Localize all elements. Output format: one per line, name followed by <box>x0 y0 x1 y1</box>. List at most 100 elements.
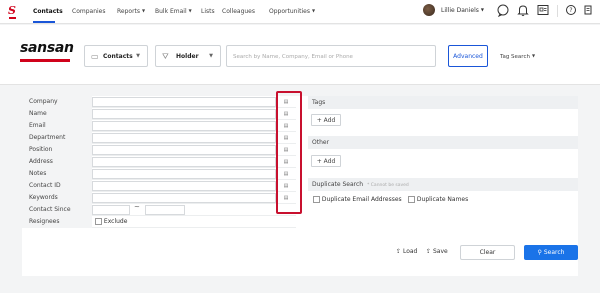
avatar[interactable] <box>423 4 435 16</box>
date-range-separator: ~ <box>134 203 140 211</box>
checkbox[interactable] <box>95 218 102 225</box>
chevron-down-icon: ▼ <box>136 53 140 59</box>
duplicate-names-label: Duplicate Names <box>416 196 469 203</box>
field-label: Email <box>22 120 92 132</box>
chevron-down-icon: ▼ <box>142 8 146 13</box>
tags-section-header: Tags <box>308 96 578 109</box>
duplicate-email-label: Duplicate Email Addresses <box>321 196 402 203</box>
nav-item-reports[interactable]: Reports ▼ <box>117 8 145 15</box>
nav-item-bulk-email-label: Bulk Email <box>155 8 187 15</box>
chevron-down-icon: ▼ <box>188 8 192 13</box>
field-label: Address <box>22 156 92 168</box>
search-button[interactable]: ⚲ Search <box>524 245 578 260</box>
nav-item-contacts[interactable]: Contacts <box>33 8 63 15</box>
nav-active-indicator <box>33 21 55 23</box>
field-label: Company <box>22 96 92 108</box>
nav-item-companies[interactable]: Companies <box>72 8 105 15</box>
chevron-down-icon: ▼ <box>311 8 316 13</box>
field-label: Contact Since <box>22 204 92 216</box>
duplicate-search-label: Duplicate Search <box>312 181 364 188</box>
search-icon: ⚲ <box>537 249 542 256</box>
user-menu[interactable]: Lillie Daniels ▼ <box>441 7 484 14</box>
save-button[interactable]: ⇪ Save <box>426 248 448 255</box>
field-row-email: Email ▤ <box>22 120 296 132</box>
contact-id-field[interactable] <box>92 181 276 191</box>
field-row-contact-id: Contact ID ▤ <box>22 180 296 192</box>
field-row-keywords: Keywords ▤ <box>22 192 296 204</box>
tag-search-label: Tag Search <box>500 54 530 60</box>
email-field[interactable] <box>92 121 276 131</box>
field-label: Resignees <box>22 216 92 228</box>
field-label: Name <box>22 108 92 120</box>
highlight-annotation <box>276 91 302 214</box>
checkbox[interactable] <box>408 196 415 203</box>
settings-icon[interactable] <box>581 3 595 17</box>
field-row-resignees: Resignees Exclude <box>22 216 296 228</box>
search-input-box[interactable] <box>226 45 436 67</box>
bell-icon[interactable] <box>516 3 530 17</box>
keywords-field[interactable] <box>92 193 276 203</box>
duplicate-search-note: * Cannot be saved <box>367 183 409 188</box>
field-label: Keywords <box>22 192 92 204</box>
duplicate-email-checkbox[interactable]: Duplicate Email Addresses <box>313 196 402 203</box>
holder-filter-select[interactable]: ⛛ Holder ▼ <box>155 45 221 67</box>
notes-field[interactable] <box>92 169 276 179</box>
save-label: Save <box>432 248 448 255</box>
id-card-icon[interactable] <box>536 3 550 17</box>
field-row-position: Position ▤ <box>22 144 296 156</box>
brand-underline <box>20 59 70 62</box>
duplicate-names-checkbox[interactable]: Duplicate Names <box>408 196 468 203</box>
load-icon: ⇪ <box>396 248 402 255</box>
top-navigation-bar: S Contacts Companies Reports ▼ Bulk Email… <box>0 0 600 24</box>
field-row-contact-since: Contact Since ~ <box>22 203 296 216</box>
logo-underline <box>9 17 16 19</box>
search-button-label: Search <box>543 249 565 256</box>
user-name: Lillie Daniels <box>441 7 479 14</box>
contact-since-from-field[interactable] <box>92 205 130 215</box>
field-label: Department <box>22 132 92 144</box>
nav-item-bulk-email[interactable]: Bulk Email ▼ <box>155 8 192 15</box>
duplicate-search-header: Duplicate Search * Cannot be saved <box>308 178 578 191</box>
nav-divider <box>557 5 558 17</box>
advanced-search-button[interactable]: Advanced <box>448 45 488 67</box>
add-other-button[interactable]: + Add <box>311 155 341 167</box>
chat-icon[interactable] <box>496 3 510 17</box>
checkbox[interactable] <box>313 196 320 203</box>
field-row-name: Name ▤ <box>22 108 296 120</box>
field-label: Position <box>22 144 92 156</box>
company-field[interactable] <box>92 97 276 107</box>
chevron-down-icon: ▼ <box>209 53 213 59</box>
position-field[interactable] <box>92 145 276 155</box>
add-tag-button[interactable]: + Add <box>311 114 341 126</box>
load-button[interactable]: ⇪ Load <box>396 248 417 255</box>
field-label: Notes <box>22 168 92 180</box>
nav-item-opportunities-label: Opportunities <box>269 8 310 15</box>
nav-item-lists[interactable]: Lists <box>201 8 215 15</box>
other-section-header: Other <box>308 136 578 149</box>
help-icon[interactable]: ? <box>564 3 578 17</box>
address-field[interactable] <box>92 157 276 167</box>
clear-button[interactable]: Clear <box>460 245 515 260</box>
filter-icon: ⛛ <box>162 52 169 61</box>
field-row-address: Address ▤ <box>22 156 296 168</box>
tag-search-dropdown[interactable]: Tag Search ▼ <box>500 53 535 60</box>
svg-text:?: ? <box>569 7 572 14</box>
field-label: Contact ID <box>22 180 92 192</box>
scope-select[interactable]: ▭ Contacts ▼ <box>84 45 148 67</box>
nav-item-opportunities[interactable]: Opportunities ▼ <box>269 8 315 15</box>
name-field[interactable] <box>92 109 276 119</box>
scope-select-label: Contacts <box>103 53 133 60</box>
contact-since-to-field[interactable] <box>145 205 185 215</box>
holder-filter-label: Holder <box>176 53 199 60</box>
exclude-resignees-checkbox[interactable]: Exclude <box>95 218 127 225</box>
department-field[interactable] <box>92 133 276 143</box>
nav-item-reports-label: Reports <box>117 8 141 15</box>
nav-item-colleagues[interactable]: Colleagues <box>222 8 255 15</box>
field-row-notes: Notes ▤ <box>22 168 296 180</box>
load-label: Load <box>402 248 418 255</box>
search-input[interactable] <box>233 50 431 63</box>
brand-logo[interactable]: sansan <box>20 40 74 56</box>
sansan-logo-icon[interactable]: S <box>8 4 16 17</box>
chevron-down-icon: ▼ <box>531 53 536 58</box>
field-row-department: Department ▤ <box>22 132 296 144</box>
